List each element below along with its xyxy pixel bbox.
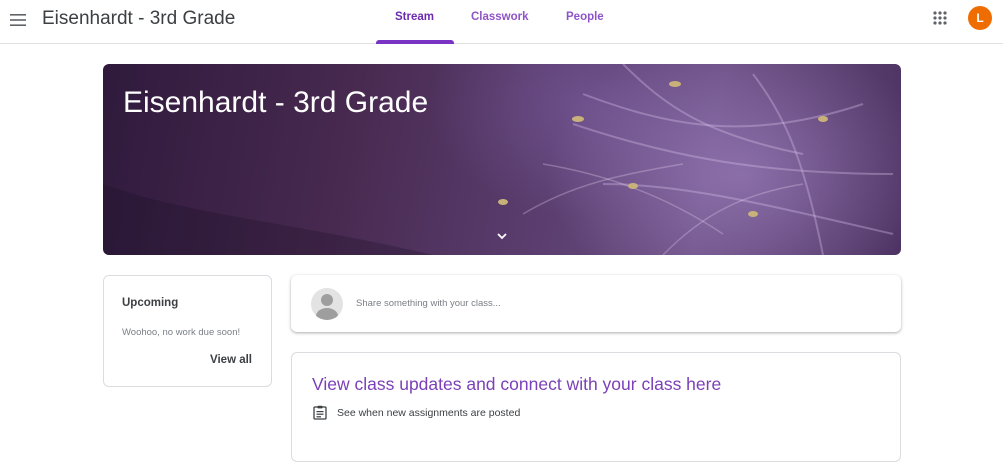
upcoming-card: Upcoming Woohoo, no work due soon! View … [103,275,272,387]
class-title[interactable]: Eisenhardt - 3rd Grade [42,8,235,30]
hamburger-menu-icon [10,14,26,26]
share-placeholder: Share something with your class... [356,298,501,309]
tab-classwork[interactable]: Classwork [471,11,529,23]
google-apps-button[interactable] [931,9,949,27]
banner-class-title: Eisenhardt - 3rd Grade [123,86,429,119]
class-banner: Eisenhardt - 3rd Grade [103,64,901,255]
main-menu-button[interactable] [5,7,31,33]
class-updates-card: View class updates and connect with your… [291,352,901,462]
upcoming-title: Upcoming [122,297,179,309]
updates-item-text: See when new assignments are posted [337,407,521,419]
share-with-class-box[interactable]: Share something with your class... [291,275,901,332]
account-avatar[interactable]: L [968,6,992,30]
tab-people[interactable]: People [566,11,604,23]
updates-title: View class updates and connect with your… [312,374,722,394]
upcoming-message: Woohoo, no work due soon! [122,327,241,338]
user-avatar-placeholder [311,288,343,320]
top-app-bar: Eisenhardt - 3rd Grade Stream Classwork … [0,0,1003,44]
tab-stream[interactable]: Stream [395,11,434,23]
chevron-down-icon [497,233,507,240]
person-icon [316,294,338,320]
assignment-icon [313,405,327,420]
active-tab-indicator [376,40,454,44]
banner-expand-button[interactable] [492,226,512,246]
google-apps-grid-icon [933,11,947,25]
view-all-link[interactable]: View all [210,354,252,366]
